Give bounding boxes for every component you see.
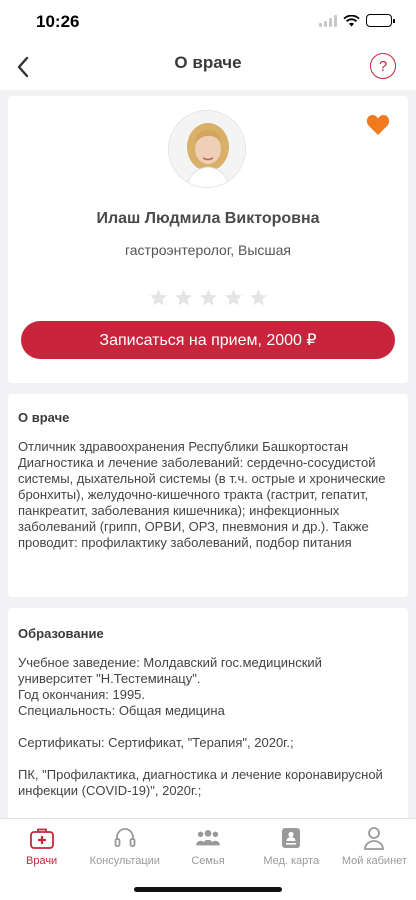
- education-section: Образование Учебное заведение: Молдавски…: [8, 608, 408, 820]
- wifi-icon: [343, 14, 360, 26]
- help-button[interactable]: ?: [370, 53, 396, 79]
- rating-star-icon[interactable]: [199, 288, 218, 312]
- tab-bar: Врачи Консультации Семья Мед. карта Мой …: [0, 818, 416, 900]
- tab-label: Мой кабинет: [341, 855, 407, 867]
- status-icons: [319, 14, 395, 27]
- rating-star-icon[interactable]: [174, 288, 193, 312]
- book-appointment-button[interactable]: Записаться на прием, 2000 ₽: [21, 321, 395, 359]
- rating-stars: [8, 288, 408, 312]
- person-icon: [361, 826, 387, 850]
- med-card-icon: [278, 826, 304, 850]
- heart-icon: [366, 115, 390, 135]
- tab-doctors[interactable]: Врачи: [0, 819, 83, 873]
- about-title: О враче: [18, 410, 70, 425]
- about-section: О враче Отличник здравоохранения Республ…: [8, 394, 408, 597]
- doctor-specialty: гастроэнтеролог, Высшая: [124, 242, 292, 258]
- page-title: О враче: [174, 53, 242, 72]
- doctor-bag-icon: [29, 826, 55, 850]
- tab-my-account[interactable]: Мой кабинет: [333, 819, 416, 873]
- tab-label: Консультации: [89, 855, 160, 867]
- doctor-name: Илаш Людмила Викторовна: [96, 210, 320, 227]
- doctor-avatar: [168, 110, 246, 188]
- nav-bar: О враче ?: [0, 44, 416, 90]
- doctor-profile-card: Илаш Людмила Викторовна гастроэнтеролог,…: [8, 96, 408, 383]
- rating-star-icon[interactable]: [224, 288, 243, 312]
- status-time: 10:26: [36, 12, 80, 31]
- cellular-signal-icon: [319, 14, 337, 27]
- education-title: Образование: [18, 626, 104, 641]
- tab-med-card[interactable]: Мед. карта: [250, 819, 333, 873]
- favorite-button[interactable]: [366, 114, 390, 141]
- education-text: Учебное заведение: Молдавский гос.медици…: [18, 655, 383, 820]
- tab-label: Врачи: [25, 855, 58, 867]
- headset-icon: [112, 826, 138, 850]
- rating-star-icon[interactable]: [249, 288, 268, 312]
- about-text: Отличник здравоохранения Республики Башк…: [18, 439, 386, 550]
- home-indicator: [134, 887, 282, 892]
- doctor-photo: [169, 111, 245, 187]
- tab-label: Мед. карта: [263, 855, 320, 867]
- family-icon: [195, 826, 221, 850]
- tab-consultations[interactable]: Консультации: [83, 819, 166, 873]
- tab-label: Семья: [191, 855, 225, 867]
- tab-family[interactable]: Семья: [166, 819, 249, 873]
- battery-icon: [366, 14, 395, 27]
- status-bar: 10:26: [0, 0, 416, 44]
- rating-star-icon[interactable]: [149, 288, 168, 312]
